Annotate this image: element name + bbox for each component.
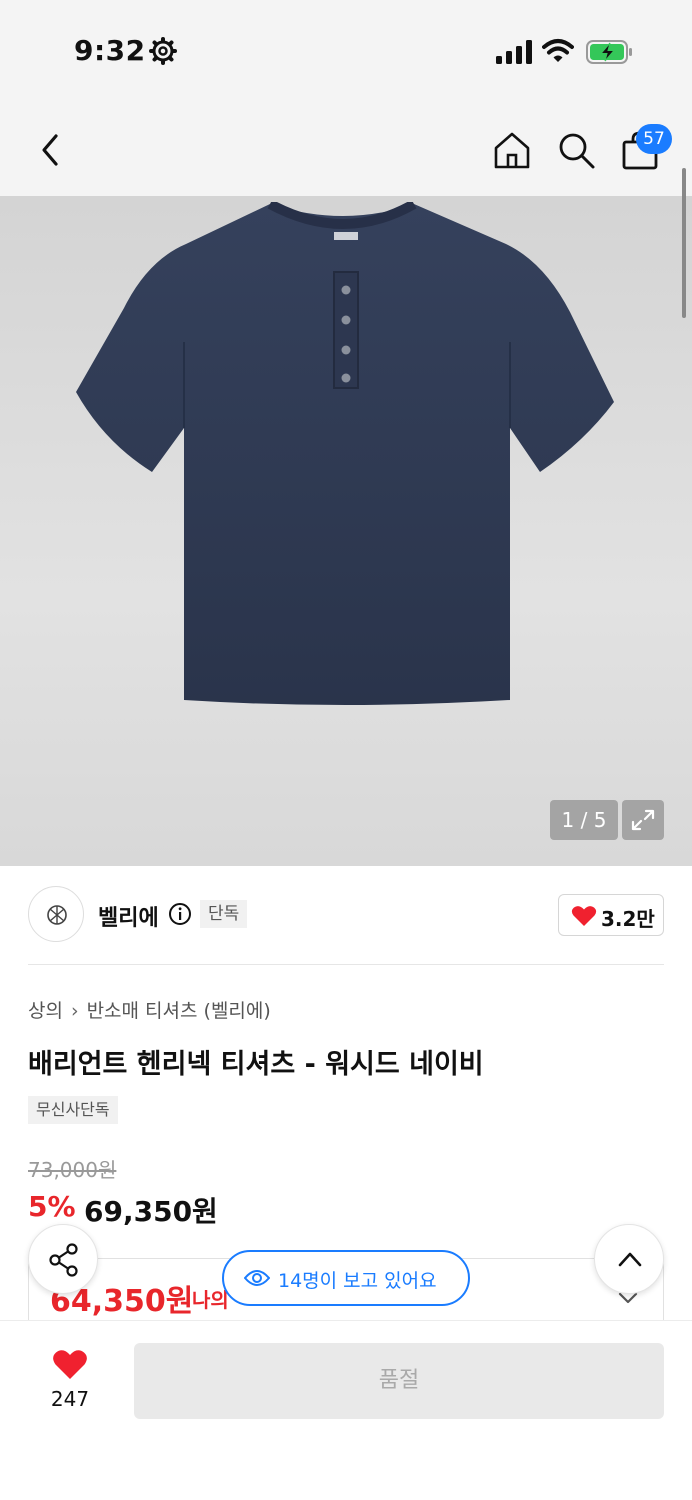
heart-icon [571,906,597,926]
status-time: 9:32 [74,34,146,67]
search-icon[interactable] [556,130,596,170]
wishlist-heart-icon[interactable] [52,1349,88,1381]
brand-logo[interactable] [28,886,84,942]
divider [28,964,664,965]
share-button[interactable] [28,1224,98,1294]
share-icon [49,1243,78,1277]
brand-like-count: 3.2만 [601,907,655,931]
breadcrumb-item-subcategory[interactable]: 반소매 티셔츠 (벨리에) [87,1000,271,1022]
breadcrumb: 상의 › 반소매 티셔츠 (벨리에) [28,996,271,1023]
chevron-right-icon: › [70,1000,79,1022]
cellular-signal-icon [496,40,532,64]
discount-rate: 5% [28,1190,76,1223]
product-title: 배리언트 헨리넥 티셔츠 - 워시드 네이비 [28,1049,484,1080]
top-navigation-bar: 57 [0,100,692,196]
viewers-count-pill: 14명이 보고 있어요 [222,1250,470,1306]
musinsa-exclusive-tag: 무신사단독 [28,1096,118,1124]
brand-logo-mark [47,905,67,925]
wishlist-count: 247 [50,1387,90,1411]
sold-out-button[interactable]: 품절 [134,1343,664,1419]
original-price: 73,000원 [28,1158,117,1182]
back-arrow-icon[interactable] [34,130,66,170]
viewers-text: 14명이 보고 있어요 [278,1270,437,1292]
expand-icon [631,809,655,831]
image-counter: 1 / 5 [550,800,618,840]
cart-count-badge[interactable]: 57 [636,124,672,154]
bottom-action-bar: 247 품절 [0,1320,692,1500]
brand-like-button[interactable]: 3.2만 [558,894,664,936]
chevron-up-icon [618,1252,642,1267]
product-image-tshirt [76,202,614,705]
info-icon[interactable] [168,902,192,926]
breadcrumb-item-category[interactable]: 상의 [28,1000,63,1022]
expand-image-button[interactable] [622,800,664,840]
brand-name[interactable]: 벨리에 [98,900,159,932]
battery-charging-icon [586,40,632,64]
eye-icon [244,1270,270,1286]
wifi-icon [542,39,574,62]
home-icon[interactable] [492,130,532,170]
status-bar: 9:32 [0,0,692,100]
sale-price: 69,350원 [84,1195,218,1228]
gear-icon [149,37,177,65]
product-image-gallery[interactable]: 1 / 5 [0,196,692,866]
exclusive-tag: 단독 [200,900,248,928]
scroll-to-top-button[interactable] [594,1224,664,1294]
scroll-indicator [682,168,686,318]
